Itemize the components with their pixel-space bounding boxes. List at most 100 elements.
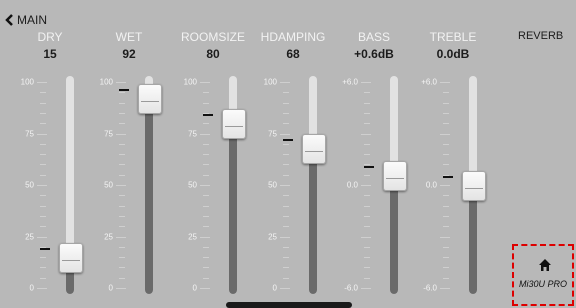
scale-label: 0.0 — [346, 180, 358, 190]
scale-tick — [283, 123, 289, 125]
scale-tick — [119, 257, 125, 259]
scale-tick — [116, 185, 126, 186]
scale-label: 50 — [104, 180, 113, 190]
level-marker — [364, 165, 374, 168]
scale-tick — [283, 92, 289, 94]
scale-tick — [40, 164, 46, 166]
scale-tick — [203, 164, 209, 166]
scale-tick — [440, 82, 450, 83]
scale-tick — [40, 123, 46, 125]
slider-knob[interactable] — [383, 160, 407, 191]
home-indicator — [226, 302, 352, 308]
scale-tick — [361, 288, 371, 289]
scale-label: 25 — [104, 232, 113, 241]
fader-name: DRY — [37, 30, 63, 44]
scale-label: 0.0 — [425, 180, 437, 190]
scale-label: 75 — [104, 129, 113, 138]
scale-tick — [364, 112, 370, 114]
scale-tick — [200, 185, 210, 186]
slider-fill — [309, 145, 317, 294]
scale-tick — [203, 257, 209, 259]
scale-tick — [283, 246, 289, 248]
scale-label: 100 — [183, 77, 197, 87]
scale-label: 25 — [25, 232, 34, 241]
scale-tick — [443, 277, 449, 279]
slider-fill — [469, 185, 477, 294]
fader-roomsize: ROOMSIZE 80 100 75 50 25 0 — [173, 0, 253, 308]
level-marker — [40, 248, 50, 251]
slider-knob[interactable] — [59, 243, 83, 274]
scale-tick — [37, 236, 47, 238]
scale-tick — [283, 277, 289, 279]
scale-tick — [443, 246, 449, 248]
device-button[interactable]: Mi30U PRO — [512, 244, 574, 306]
scale-label: 100 — [263, 77, 277, 87]
scale-tick — [364, 174, 370, 176]
scale-tick — [443, 154, 449, 156]
slider-track[interactable] — [309, 76, 317, 294]
slider-knob[interactable] — [462, 171, 486, 201]
scale-tick — [119, 123, 125, 125]
slider-fill — [229, 119, 237, 294]
scale-tick — [203, 226, 209, 228]
scale-label: 100 — [99, 77, 113, 87]
fader-wet: WET 92 100 75 50 25 0 — [89, 0, 169, 308]
scale-label: 50 — [25, 180, 34, 190]
scale-tick — [283, 267, 289, 269]
scale-label: 0 — [108, 283, 113, 293]
scale-tick — [364, 267, 370, 269]
scale-tick — [119, 143, 125, 145]
scale-tick — [116, 236, 126, 238]
scale-tick — [40, 215, 46, 217]
scale-label: 75 — [188, 129, 197, 138]
slider-fill — [145, 93, 153, 294]
scale-tick — [40, 143, 46, 145]
scale-tick — [443, 215, 449, 217]
scale-label: 75 — [268, 129, 277, 138]
scale-tick — [200, 82, 210, 83]
fader-bass: BASS +0.6dB +6.0 0.0 -6.0 — [334, 0, 414, 308]
scale-tick — [40, 257, 46, 259]
fader-name: BASS — [357, 30, 390, 44]
scale-tick — [119, 164, 125, 166]
scale-tick — [203, 205, 209, 207]
scale-tick — [203, 92, 209, 94]
scale-tick — [283, 226, 289, 228]
fader-treble: TREBLE 0.0dB +6.0 0.0 -6.0 — [413, 0, 493, 308]
scale-tick — [443, 112, 449, 114]
page-title: REVERB — [518, 30, 564, 42]
scale-tick — [37, 82, 47, 83]
fader-name: ROOMSIZE — [180, 30, 245, 44]
scale-tick — [361, 82, 371, 83]
level-marker — [119, 89, 129, 92]
scale-tick — [443, 92, 449, 94]
scale-tick — [116, 133, 126, 135]
scale-tick — [361, 133, 371, 135]
scale-tick — [283, 257, 289, 259]
scale-tick — [364, 257, 370, 259]
scale-tick — [364, 226, 370, 228]
device-label: Mi30U PRO — [518, 279, 567, 289]
scale-tick — [119, 92, 125, 94]
scale-tick — [119, 174, 125, 176]
scale-label: 0 — [192, 283, 197, 293]
scale-tick — [364, 195, 370, 197]
slider-knob[interactable] — [222, 109, 246, 140]
scale-tick — [37, 288, 47, 289]
scale-tick — [283, 205, 289, 207]
scale-tick — [283, 164, 289, 166]
scale-tick — [37, 133, 47, 135]
scale-tick — [443, 123, 449, 125]
scale-tick — [203, 246, 209, 248]
fader-name: HDAMPING — [260, 30, 326, 44]
scale-tick — [203, 143, 209, 145]
scale-tick — [361, 236, 371, 238]
slider-knob[interactable] — [138, 84, 162, 115]
scale-tick — [283, 195, 289, 197]
slider-knob[interactable] — [302, 133, 326, 164]
scale-tick — [119, 112, 125, 114]
scale-tick — [119, 277, 125, 279]
fader-value: 15 — [43, 47, 57, 61]
scale-label: 25 — [188, 232, 197, 241]
scale-tick — [364, 123, 370, 125]
